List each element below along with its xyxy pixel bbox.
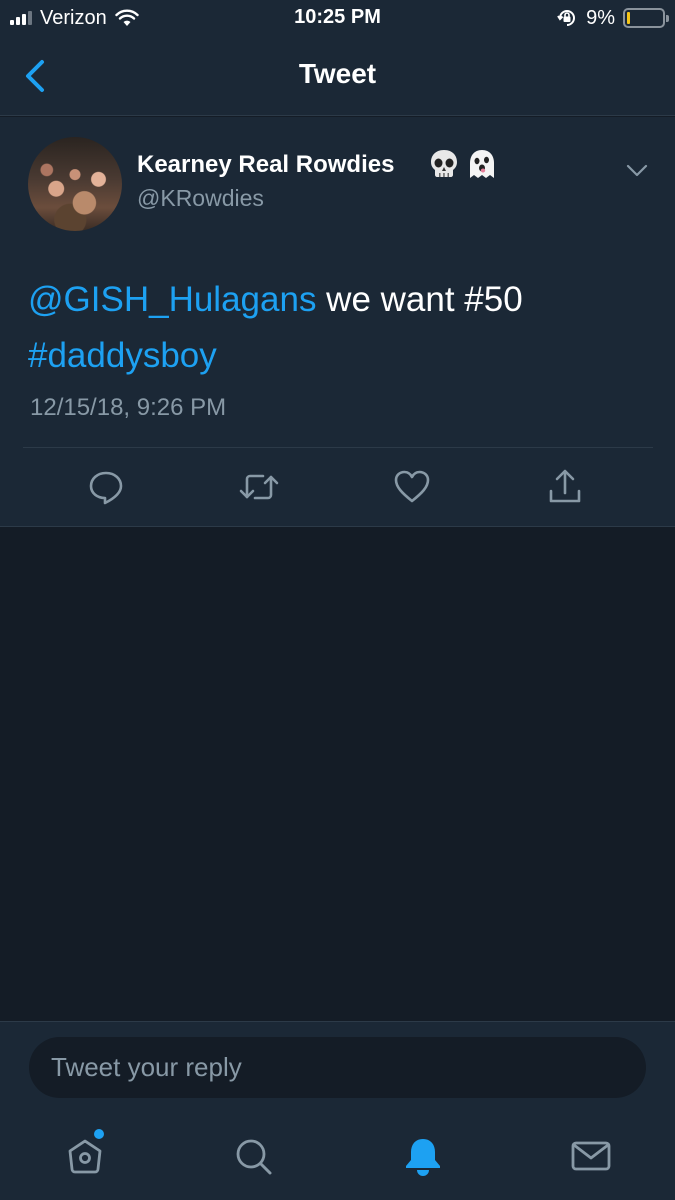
tweet-actions [0,467,675,509]
battery-fill [627,12,630,24]
rotation-lock-icon [557,10,576,26]
display-name[interactable]: Kearney Real Rowdies [137,151,394,179]
tweet-timestamp: 12/15/18, 9:26 PM [30,394,227,421]
divider [23,447,653,448]
reply-input[interactable] [29,1037,646,1098]
reply-icon[interactable] [86,467,126,507]
ghost-emoji-icon [470,150,494,178]
tab-notifications-icon[interactable] [400,1133,446,1179]
mention-link[interactable]: @GISH_Hulagans [28,280,316,319]
reply-bar [0,1021,675,1111]
battery-percent: 9% [586,6,615,29]
tab-search-icon[interactable] [230,1133,276,1179]
avatar[interactable] [28,137,122,231]
status-bar: Verizon 10:25 PM 9% [0,0,675,36]
tweet-detail: Kearney Real Rowdies @KRowdies @GISH_Hul… [0,117,675,527]
tab-bar [0,1111,675,1200]
user-handle[interactable]: @KRowdies [137,185,264,212]
battery-icon [623,8,669,28]
status-right: 9% [556,6,669,30]
tweet-body-text: we want #50 [316,280,523,319]
skull-emoji-icon [431,150,457,177]
like-icon[interactable] [392,467,432,507]
chevron-down-icon[interactable] [624,157,650,183]
share-icon[interactable] [545,467,585,507]
hashtag-link[interactable]: #daddysboy [28,336,217,375]
tab-messages-icon[interactable] [568,1133,614,1179]
retweet-icon[interactable] [239,467,279,507]
tab-home-icon[interactable] [62,1133,108,1179]
page-title: Tweet [298,58,377,89]
tweet-text: @GISH_Hulagans we want #50 #daddysboy [28,272,648,384]
name-emojis [427,147,499,181]
nav-bar: Tweet [0,36,675,116]
home-new-content-dot [94,1129,104,1139]
